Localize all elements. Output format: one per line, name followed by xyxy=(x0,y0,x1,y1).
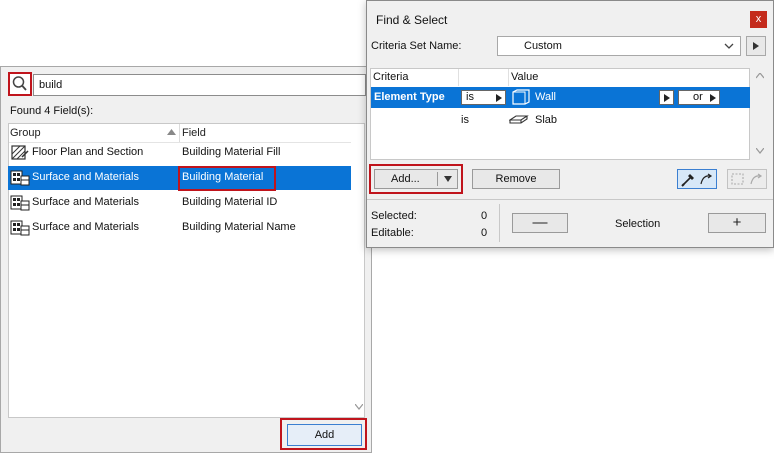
dialog-title: Find & Select xyxy=(376,13,448,27)
criteria-set-next-button[interactable] xyxy=(746,36,766,56)
column-separator[interactable] xyxy=(508,69,509,86)
list-item[interactable]: Surface and Materials Building Material … xyxy=(8,216,351,240)
list-item-group: Surface and Materials xyxy=(32,196,139,208)
remove-from-selection-button[interactable]: — xyxy=(512,213,568,233)
operator-dropdown[interactable]: is xyxy=(461,90,506,105)
column-separator[interactable] xyxy=(179,124,180,142)
add-to-selection-button[interactable]: + xyxy=(708,213,766,233)
chevron-down-icon xyxy=(724,43,734,49)
list-item[interactable]: Floor Plan and Section Building Material… xyxy=(8,141,351,165)
marquee-select-button[interactable] xyxy=(727,169,767,189)
vertical-divider xyxy=(499,204,500,242)
list-item-group: Floor Plan and Section xyxy=(32,146,144,158)
search-input[interactable] xyxy=(33,74,366,96)
search-button[interactable] xyxy=(8,72,32,96)
criteria-row-selected[interactable]: Element Type is Wall or xyxy=(371,87,750,108)
slab-icon xyxy=(509,115,529,124)
list-item-group: Surface and Materials xyxy=(32,171,139,183)
floor-plan-icon xyxy=(11,145,29,160)
list-item-selected[interactable]: Surface and Materials Building Material xyxy=(8,166,351,190)
list-item-field: Building Material ID xyxy=(182,196,278,208)
editable-count-value: 0 xyxy=(481,227,488,239)
value-nav-button[interactable] xyxy=(659,90,674,105)
scroll-down-icon[interactable] xyxy=(756,148,764,154)
triangle-right-icon xyxy=(753,42,759,50)
found-count-label: Found 4 Field(s): xyxy=(10,105,94,117)
marquee-icon xyxy=(731,173,763,185)
criteria-name: Element Type xyxy=(374,91,445,103)
add-criteria-button[interactable]: Add... xyxy=(374,169,458,189)
list-item-field: Building Material Name xyxy=(182,221,296,233)
criteria-row[interactable]: is Slab xyxy=(371,110,750,131)
criteria-value: Wall xyxy=(535,91,556,103)
split-divider xyxy=(437,172,438,186)
eyedropper-icon xyxy=(681,173,713,187)
add-criteria-label: Add... xyxy=(391,173,420,185)
column-header-value: Value xyxy=(511,71,539,83)
search-icon xyxy=(12,76,27,91)
surface-materials-icon xyxy=(10,195,30,211)
connector-value: or xyxy=(693,91,703,103)
selected-count-label: Selected: xyxy=(371,210,417,222)
scroll-up-icon[interactable] xyxy=(756,73,764,79)
wall-icon xyxy=(512,89,530,105)
column-header-criteria: Criteria xyxy=(373,71,409,83)
criteria-set-label: Criteria Set Name: xyxy=(371,40,462,52)
column-separator[interactable] xyxy=(458,69,459,86)
selection-label: Selection xyxy=(615,218,661,230)
triangle-right-icon xyxy=(496,94,502,102)
add-field-button[interactable]: Add xyxy=(287,424,362,446)
scroll-down-icon[interactable] xyxy=(355,404,363,410)
remove-criteria-button[interactable]: Remove xyxy=(472,169,560,189)
criteria-set-dropdown[interactable]: Custom xyxy=(497,36,741,56)
surface-materials-icon xyxy=(10,170,30,186)
criteria-set-value: Custom xyxy=(524,40,562,52)
triangle-right-icon xyxy=(710,94,716,102)
pick-parameters-button[interactable] xyxy=(677,169,717,189)
sort-ascending-icon xyxy=(167,129,176,135)
column-header-field[interactable]: Field xyxy=(182,124,206,142)
criteria-value: Slab xyxy=(535,114,558,126)
selected-count-value: 0 xyxy=(481,210,488,222)
list-item-field: Building Material xyxy=(182,171,264,183)
list-item[interactable]: Surface and Materials Building Material … xyxy=(8,191,351,215)
surface-materials-icon xyxy=(10,220,30,236)
triangle-down-icon[interactable] xyxy=(444,176,452,182)
triangle-right-icon xyxy=(664,94,670,102)
list-item-field: Building Material Fill xyxy=(182,146,281,158)
operator-value: is xyxy=(466,91,474,103)
list-item-group: Surface and Materials xyxy=(32,221,139,233)
editable-count-label: Editable: xyxy=(371,227,414,239)
column-header-group[interactable]: Group xyxy=(10,124,41,142)
close-button[interactable]: x xyxy=(750,11,767,28)
operator-value: is xyxy=(461,114,469,126)
connector-dropdown[interactable]: or xyxy=(678,90,720,105)
dialog-divider xyxy=(367,199,773,200)
